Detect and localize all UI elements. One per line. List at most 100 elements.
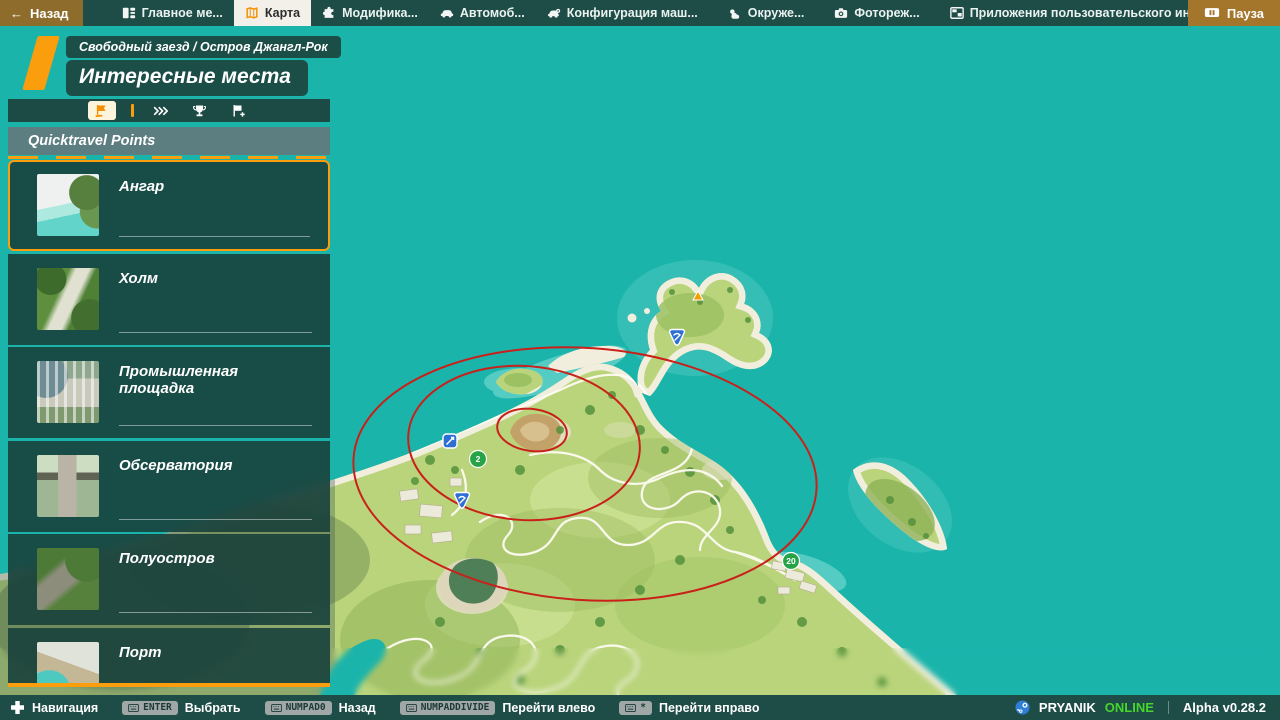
tab-4[interactable]: Конфигурация маш...: [536, 0, 709, 26]
filter-race-flag-icon[interactable]: [87, 101, 116, 120]
ui-apps-icon: [949, 6, 964, 20]
svg-text:20: 20: [786, 556, 796, 566]
input-hints: Навигация ENTER Выбрать NUMPAD0 Назад NUMPADD…: [10, 700, 759, 715]
input-hint: * Перейти вправо: [619, 700, 760, 715]
poi-list-item[interactable]: Полуостров: [8, 534, 330, 625]
chevrons-icon: [153, 104, 168, 118]
tab-label: Конфигурация маш...: [566, 6, 698, 20]
list-section-header: Quicktravel Points: [8, 127, 330, 155]
flag-plus-icon: [231, 104, 246, 118]
keyboard-icon: [405, 703, 417, 712]
tab-label: Автомоб...: [459, 6, 525, 20]
key-badge: *: [619, 700, 652, 715]
camera-icon: [834, 6, 848, 20]
vehicle-icon: [440, 6, 454, 20]
poi-thumbnail: [37, 361, 99, 423]
poi-thumbnail: [37, 454, 99, 517]
key-name: NUMPAD0: [285, 702, 326, 713]
key-badge: NUMPADDIVIDE: [399, 700, 496, 715]
pause-icon: [1204, 7, 1219, 17]
key-name: ENTER: [143, 702, 172, 713]
item-divider: [119, 236, 310, 237]
menu-tabs: Главное ме... Карта Модифика... Автомоб... К…: [111, 0, 1280, 26]
poi-thumbnail: [37, 641, 99, 683]
marker-badge[interactable]: 20: [781, 551, 801, 571]
key-name: *: [640, 702, 646, 713]
dpad-icon: [10, 700, 25, 715]
poi-label: Ангар: [119, 178, 165, 195]
status-separator: [1167, 701, 1169, 714]
environment-icon: [728, 6, 742, 20]
filter-flag-plus-icon[interactable]: [227, 102, 251, 119]
item-divider: [119, 425, 312, 426]
item-divider: [119, 518, 312, 520]
filter-caret: [130, 104, 134, 117]
marker-badge[interactable]: 2: [468, 449, 488, 469]
tab-label: Окруже...: [747, 6, 805, 20]
version-label: Alpha v0.28.2: [1182, 700, 1266, 715]
hint-label: Выбрать: [184, 700, 241, 715]
poi-list-item[interactable]: Промышленная площадка: [8, 347, 330, 438]
hint-label: Назад: [338, 700, 376, 715]
page-title: Интересные места: [66, 60, 308, 96]
focus-dashes: [8, 156, 330, 159]
hint-label: Навигация: [32, 700, 99, 715]
poi-list-item[interactable]: Холм: [8, 253, 330, 345]
vehicle-config-icon: [547, 6, 561, 20]
pause-button[interactable]: Пауза: [1187, 0, 1280, 26]
tab-map-selected[interactable]: Карта: [233, 0, 312, 26]
input-hint: NUMPADDIVIDE Перейти влево: [399, 700, 595, 715]
scroll-indicator[interactable]: [8, 683, 330, 687]
poi-label: Полуостров: [119, 550, 215, 567]
filter-chevrons-icon[interactable]: [149, 102, 173, 119]
tab-5[interactable]: Окруже...: [717, 0, 816, 26]
key-badge: ENTER: [122, 700, 178, 715]
key-name: NUMPADDIVIDE: [420, 702, 490, 713]
keyboard-icon: [625, 703, 637, 712]
poi-list: Ангар Холм Промышленная площадка Обсерватор…: [8, 160, 330, 683]
input-hint: ENTER Выбрать: [122, 700, 241, 715]
back-label: Назад: [30, 5, 69, 21]
race-flag-icon: [94, 104, 109, 118]
tab-label: Модифика...: [342, 6, 418, 20]
filter-trophy-icon[interactable]: [188, 102, 212, 119]
poi-label: Промышленная площадка: [119, 363, 239, 397]
pause-label: Пауза: [1226, 5, 1264, 21]
poi-list-item[interactable]: Обсерватория: [8, 440, 330, 532]
poi-thumbnail: [37, 548, 99, 610]
poi-filter-bar: [8, 99, 330, 122]
input-hint: NUMPAD0 Назад: [264, 700, 376, 715]
key-badge: NUMPAD0: [264, 700, 332, 715]
player-name: PRYANIK: [1038, 700, 1096, 715]
item-divider: [119, 612, 312, 613]
tab-6[interactable]: Фотореж...: [823, 0, 930, 26]
tab-2[interactable]: Модифика...: [311, 0, 429, 26]
svg-text:2: 2: [476, 454, 481, 464]
hint-bar: Навигация ENTER Выбрать NUMPAD0 Назад NUMPADD…: [0, 695, 1280, 720]
trophy-icon: [192, 104, 207, 118]
input-hint: Навигация: [10, 700, 98, 715]
poi-list-item[interactable]: Порт: [8, 627, 330, 683]
page-header: Свободный заезд / Остров Джангл-Рок Инте…: [22, 36, 341, 96]
status-area: PRYANIK ONLINE Alpha v0.28.2: [1015, 700, 1270, 715]
item-divider: [119, 331, 312, 333]
keyboard-icon: [128, 703, 140, 712]
poi-sidebar: Quicktravel Points Ангар Холм Промышленная…: [8, 127, 330, 687]
keyboard-icon: [270, 703, 282, 712]
tab-0[interactable]: Главное ме...: [111, 0, 234, 26]
poi-thumbnail: [37, 267, 99, 330]
poi-label: Порт: [119, 643, 162, 661]
poi-list-item[interactable]: Ангар: [8, 160, 330, 251]
hint-label: Перейти вправо: [659, 700, 760, 715]
steam-icon: [1015, 700, 1030, 715]
top-menu-bar: ← Назад Главное ме... Карта Модифика... Авт…: [0, 0, 1280, 26]
map-icon: [245, 6, 259, 20]
tab-3[interactable]: Автомоб...: [429, 0, 536, 26]
tab-label: Фотореж...: [854, 6, 920, 20]
poi-label: Обсерватория: [119, 456, 233, 474]
marker-sign-square[interactable]: [442, 433, 458, 449]
back-arrow-icon: ←: [10, 5, 23, 21]
back-button[interactable]: ← Назад: [0, 0, 83, 26]
online-badge: ONLINE: [1104, 700, 1154, 715]
tab-label: Карта: [264, 6, 301, 20]
